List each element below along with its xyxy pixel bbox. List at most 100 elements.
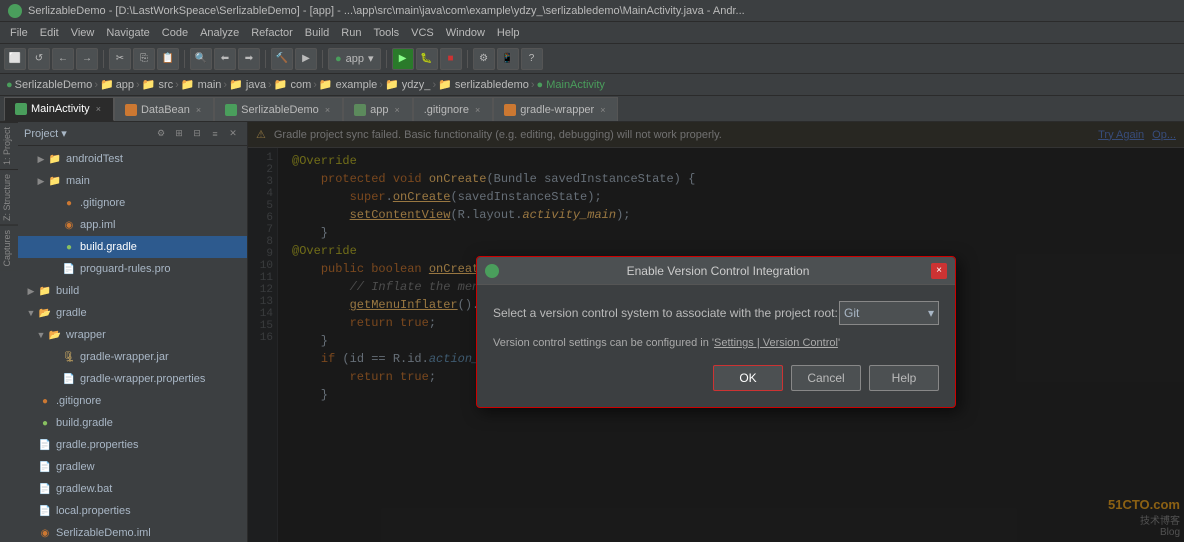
tree-item-gradleprops[interactable]: 📄 gradle.properties <box>18 434 247 456</box>
menu-edit[interactable]: Edit <box>34 25 65 41</box>
tab-databean[interactable]: DataBean × <box>114 97 214 121</box>
modal-ok-button[interactable]: OK <box>713 365 783 391</box>
toolbar-btn-back[interactable]: ⬅ <box>214 48 236 70</box>
toolbar-btn-copy[interactable]: ⎘ <box>133 48 155 70</box>
tab-mainactivity[interactable]: MainActivity × <box>4 97 114 121</box>
bc-label-src[interactable]: 📁 src <box>142 78 173 91</box>
menu-analyze[interactable]: Analyze <box>194 25 245 41</box>
tree-label-proguard: proguard-rules.pro <box>80 263 171 275</box>
modal-note-link[interactable]: Settings | Version Control <box>714 337 838 349</box>
menu-code[interactable]: Code <box>156 25 194 41</box>
toolbar-btn-4[interactable]: → <box>76 48 98 70</box>
tree-label-wrapper: wrapper <box>66 329 106 341</box>
tree-item-build[interactable]: ▶ 📁 build <box>18 280 247 302</box>
sidebar-dropdown[interactable]: Project ▾ <box>24 127 67 140</box>
tree-item-wrapper[interactable]: ▼ 📂 wrapper <box>18 324 247 346</box>
tree-item-gradlew-bat[interactable]: 📄 gradlew.bat <box>18 478 247 500</box>
sidebar-tool-gear[interactable]: ⚙ <box>153 126 169 142</box>
tree-item-gradle[interactable]: ▼ 📂 gradle <box>18 302 247 324</box>
modal-vcs-select[interactable]: Git ▾ <box>839 301 939 325</box>
tab-close-serlizdemo[interactable]: × <box>323 105 332 115</box>
menu-help[interactable]: Help <box>491 25 526 41</box>
tree-label-buildgradle2: build.gradle <box>56 417 113 429</box>
menu-vcs[interactable]: VCS <box>405 25 440 41</box>
toolbar-btn-paste[interactable]: 📋 <box>157 48 179 70</box>
modal-cancel-button[interactable]: Cancel <box>791 365 861 391</box>
folder-icon-wrapper: 📂 <box>48 328 62 342</box>
modal-enable-vcs: Enable Version Control Integration × Sel… <box>476 256 956 408</box>
tree-item-gitignore[interactable]: ● .gitignore <box>18 192 247 214</box>
tree-label-gradlew-bat: gradlew.bat <box>56 483 112 495</box>
tab-close-databean[interactable]: × <box>194 105 203 115</box>
tree-item-gradle-props[interactable]: 📄 gradle-wrapper.properties <box>18 368 247 390</box>
toolbar-btn-6[interactable]: ▶ <box>295 48 317 70</box>
tab-app[interactable]: app × <box>343 97 413 121</box>
toolbar-btn-sdk[interactable]: ⚙ <box>473 48 495 70</box>
toolbar-btn-fwd[interactable]: ➡ <box>238 48 260 70</box>
bc-label-ydzy[interactable]: 📁 ydzy_ <box>385 78 431 91</box>
toolbar-btn-1[interactable]: ⬜ <box>4 48 26 70</box>
toolbar-btn-stop[interactable]: ■ <box>440 48 462 70</box>
bc-label-java[interactable]: 📁 java <box>229 78 266 91</box>
tab-close-app[interactable]: × <box>392 105 401 115</box>
bc-label-mainactivity[interactable]: ● MainActivity <box>537 79 605 91</box>
modal-note: Version control settings can be configur… <box>493 337 939 349</box>
bc-label-serlizabledemo[interactable]: 📁 serlizabledemo <box>438 78 529 91</box>
tab-close-gitignore[interactable]: × <box>473 105 482 115</box>
menu-refactor[interactable]: Refactor <box>245 25 299 41</box>
toolbar: ⬜ ↺ ← → ✂ ⎘ 📋 🔍 ⬅ ➡ 🔨 ▶ ● app ▾ ▶ 🐛 ■ ⚙ … <box>0 44 1184 74</box>
sidebar-tool-hide[interactable]: ✕ <box>225 126 241 142</box>
bc-serlizable[interactable]: ● SerlizableDemo <box>6 79 92 91</box>
tree-item-appiml[interactable]: ◉ app.iml <box>18 214 247 236</box>
tree-item-buildgradle[interactable]: ● build.gradle <box>18 236 247 258</box>
tree-item-serlizableiml[interactable]: ◉ SerlizableDemo.iml <box>18 522 247 542</box>
sidebar-tool-collapse[interactable]: ⊟ <box>189 126 205 142</box>
modal-help-button[interactable]: Help <box>869 365 939 391</box>
label-structure[interactable]: Z: Structure <box>0 169 18 225</box>
toolbar-btn-search[interactable]: 🔍 <box>190 48 212 70</box>
modal-vcs-row: Select a version control system to assoc… <box>493 301 939 325</box>
toolbar-btn-2[interactable]: ↺ <box>28 48 50 70</box>
toolbar-btn-3[interactable]: ← <box>52 48 74 70</box>
toolbar-btn-cut[interactable]: ✂ <box>109 48 131 70</box>
folder-icon-build: 📁 <box>38 284 52 298</box>
toolbar-btn-debug[interactable]: 🐛 <box>416 48 438 70</box>
bc-app[interactable]: 📁 app <box>100 78 134 91</box>
tree-label-gradle-jar: gradle-wrapper.jar <box>80 351 169 363</box>
modal-vcs-label: Select a version control system to assoc… <box>493 306 839 320</box>
tab-close-mainactivity[interactable]: × <box>94 104 103 114</box>
menu-file[interactable]: File <box>4 25 34 41</box>
sidebar-tool-expand[interactable]: ⊞ <box>171 126 187 142</box>
tree-item-localprops[interactable]: 📄 local.properties <box>18 500 247 522</box>
menu-build[interactable]: Build <box>299 25 335 41</box>
label-captures[interactable]: Captures <box>0 225 18 271</box>
menu-navigate[interactable]: Navigate <box>100 25 155 41</box>
tree-item-gradle-jar[interactable]: 🗜 gradle-wrapper.jar <box>18 346 247 368</box>
label-project[interactable]: 1: Project <box>0 122 18 169</box>
tab-gitignore[interactable]: .gitignore × <box>413 97 494 121</box>
modal-close-button[interactable]: × <box>931 263 947 279</box>
tree-item-buildgradle2[interactable]: ● build.gradle <box>18 412 247 434</box>
menu-run[interactable]: Run <box>335 25 367 41</box>
tree-item-gitignore2[interactable]: ● .gitignore <box>18 390 247 412</box>
tree-item-androidtest[interactable]: ▶ 📁 androidTest <box>18 148 247 170</box>
toolbar-btn-help2[interactable]: ? <box>521 48 543 70</box>
tree-item-proguard[interactable]: 📄 proguard-rules.pro <box>18 258 247 280</box>
tab-serlizdemo[interactable]: SerlizableDemo × <box>214 97 343 121</box>
toolbar-btn-5[interactable]: 🔨 <box>271 48 293 70</box>
sidebar-tool-settings[interactable]: ≡ <box>207 126 223 142</box>
app-dropdown[interactable]: ● app ▾ <box>328 48 381 70</box>
file-icon-gitignore: ● <box>62 196 76 210</box>
bc-label-example[interactable]: 📁 example <box>319 78 377 91</box>
bc-label-com[interactable]: 📁 com <box>274 78 312 91</box>
tree-item-main[interactable]: ▶ 📁 main <box>18 170 247 192</box>
tab-gradle-wrapper[interactable]: gradle-wrapper × <box>493 97 618 121</box>
bc-label-main[interactable]: 📁 main <box>181 78 222 91</box>
tree-item-gradlew[interactable]: 📄 gradlew <box>18 456 247 478</box>
toolbar-btn-run-btn[interactable]: ▶ <box>392 48 414 70</box>
menu-window[interactable]: Window <box>440 25 491 41</box>
tab-close-gradle-wrapper[interactable]: × <box>598 105 607 115</box>
menu-tools[interactable]: Tools <box>367 25 405 41</box>
toolbar-btn-avd[interactable]: 📱 <box>497 48 519 70</box>
menu-view[interactable]: View <box>65 25 101 41</box>
